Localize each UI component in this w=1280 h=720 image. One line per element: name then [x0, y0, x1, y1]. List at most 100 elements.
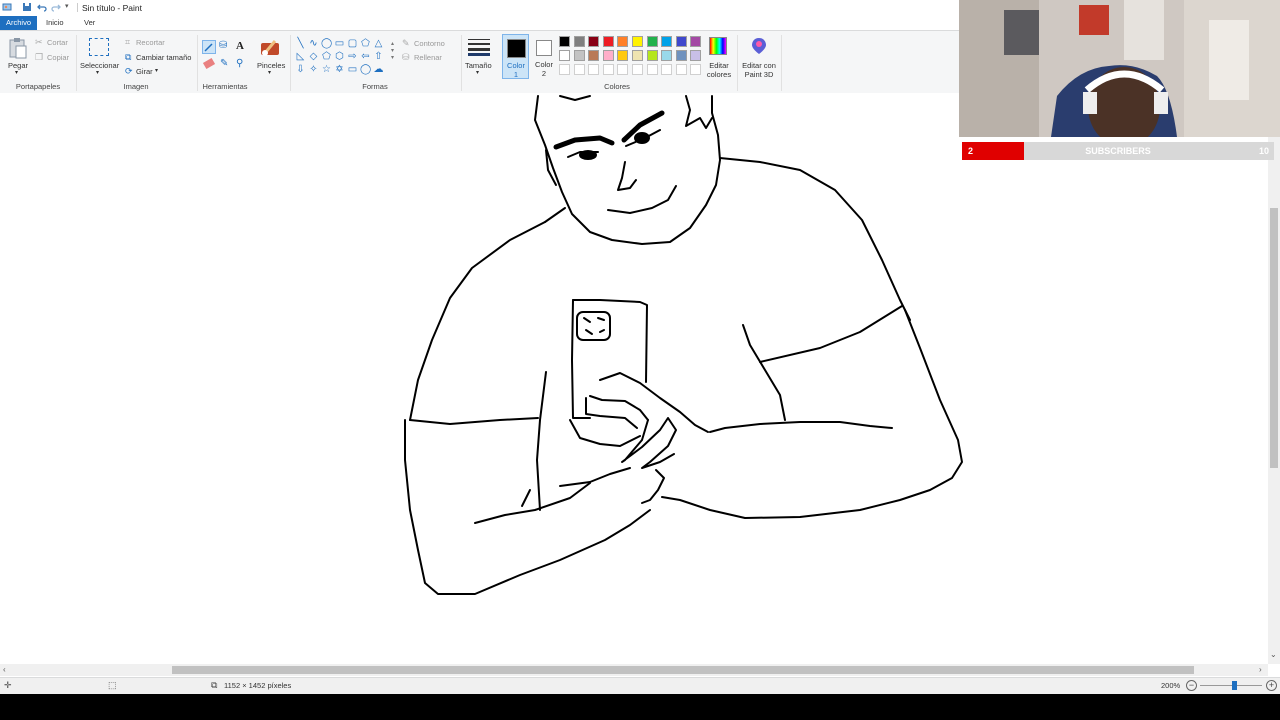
- paint3d-button[interactable]: Editar con Paint 3D: [740, 61, 778, 79]
- palette-swatch[interactable]: [661, 36, 673, 47]
- palette-swatch[interactable]: [675, 36, 687, 47]
- tab-inicio[interactable]: Inicio: [40, 16, 70, 30]
- shapes-scroll-icon[interactable]: ▴ ▾ ▾: [391, 41, 394, 62]
- star6-shape-icon[interactable]: ✡: [334, 64, 345, 75]
- magnifier-icon[interactable]: ⚲: [236, 58, 243, 69]
- color-palette[interactable]: [559, 36, 709, 76]
- star4-shape-icon[interactable]: ✧: [308, 64, 319, 75]
- cut-icon[interactable]: ✂: [35, 37, 43, 48]
- brushes-button[interactable]: Pinceles: [257, 61, 285, 70]
- zoom-slider-thumb[interactable]: [1232, 681, 1237, 690]
- zoom-out-icon[interactable]: −: [1186, 680, 1197, 691]
- horizontal-scrollbar[interactable]: ‹ ›: [0, 664, 1268, 676]
- color1-selector[interactable]: Color 1: [502, 34, 529, 79]
- pentagon-shape-icon[interactable]: ⬠: [321, 51, 332, 62]
- fill-button[interactable]: Rellenar: [414, 53, 442, 62]
- text-icon[interactable]: A: [236, 40, 244, 52]
- rotate-icon[interactable]: ⟳: [125, 66, 133, 77]
- scroll-down-icon[interactable]: ⌄: [1270, 650, 1277, 659]
- arrow-up-shape-icon[interactable]: ⇧: [373, 51, 384, 62]
- edit-colors-button[interactable]: Editar colores: [704, 61, 734, 79]
- arrow-right-shape-icon[interactable]: ⇨: [347, 51, 358, 62]
- paste-icon[interactable]: [8, 37, 28, 59]
- palette-swatch[interactable]: [573, 50, 585, 61]
- line-shape-icon[interactable]: ╲: [295, 38, 306, 49]
- brushes-icon[interactable]: [259, 37, 281, 59]
- tab-ver[interactable]: Ver: [78, 16, 101, 30]
- polygon-shape-icon[interactable]: ⬠: [360, 38, 371, 49]
- palette-swatch[interactable]: [588, 50, 600, 61]
- custom-color-slot[interactable]: [573, 64, 585, 75]
- palette-swatch[interactable]: [602, 50, 614, 61]
- vertical-scroll-thumb[interactable]: [1270, 208, 1278, 468]
- palette-swatch[interactable]: [588, 36, 600, 47]
- copy-button[interactable]: Copiar: [47, 53, 69, 62]
- palette-swatch[interactable]: [573, 36, 585, 47]
- custom-color-slot[interactable]: [617, 64, 629, 75]
- custom-color-slot[interactable]: [602, 64, 614, 75]
- horizontal-scroll-thumb[interactable]: [172, 666, 1194, 674]
- callout-cloud-shape-icon[interactable]: ☁: [373, 64, 384, 75]
- oval-shape-icon[interactable]: ◯: [321, 38, 332, 49]
- custom-color-slot[interactable]: [661, 64, 673, 75]
- palette-swatch[interactable]: [632, 36, 643, 47]
- curve-shape-icon[interactable]: ∿: [308, 38, 319, 49]
- select-icon[interactable]: [89, 38, 109, 56]
- cut-button[interactable]: Cortar: [47, 38, 68, 47]
- resize-button[interactable]: Cambiar tamaño: [136, 53, 191, 62]
- callout-oval-shape-icon[interactable]: ◯: [360, 64, 371, 75]
- redo-icon[interactable]: [51, 2, 61, 12]
- palette-swatch[interactable]: [675, 50, 687, 61]
- color2-selector[interactable]: Color 2: [531, 34, 558, 79]
- custom-color-slot[interactable]: [690, 64, 702, 75]
- scroll-right-icon[interactable]: ›: [1259, 665, 1262, 674]
- scroll-left-icon[interactable]: ‹: [3, 665, 6, 674]
- vertical-scrollbar[interactable]: ⌄: [1268, 93, 1280, 664]
- fill-icon[interactable]: ⛁: [219, 40, 227, 51]
- tab-archivo[interactable]: Archivo: [0, 16, 38, 30]
- outline-button[interactable]: Contorno: [414, 39, 445, 48]
- rectangle-shape-icon[interactable]: ▭: [334, 38, 345, 49]
- palette-swatch[interactable]: [646, 36, 658, 47]
- size-icon[interactable]: [468, 38, 490, 56]
- arrow-left-shape-icon[interactable]: ⇦: [360, 51, 371, 62]
- right-triangle-shape-icon[interactable]: ◺: [295, 51, 306, 62]
- palette-swatch[interactable]: [617, 36, 629, 47]
- diamond-shape-icon[interactable]: ◇: [308, 51, 319, 62]
- palette-swatch[interactable]: [617, 50, 629, 61]
- star5-shape-icon[interactable]: ☆: [321, 64, 332, 75]
- shapes-gallery[interactable]: ╲ ∿ ◯ ▭ ▢ ⬠ △ ◺ ◇ ⬠ ⬡ ⇨ ⇦ ⇧ ⇩ ✧ ☆ ✡ ▭ ◯ …: [295, 38, 391, 78]
- palette-swatch[interactable]: [602, 36, 614, 47]
- custom-color-slot[interactable]: [588, 64, 600, 75]
- palette-swatch[interactable]: [646, 50, 658, 61]
- palette-swatch[interactable]: [559, 50, 570, 61]
- triangle-shape-icon[interactable]: △: [373, 38, 384, 49]
- pencil-icon[interactable]: [202, 40, 216, 54]
- palette-swatch[interactable]: [661, 50, 673, 61]
- edit-colors-icon[interactable]: [709, 37, 727, 55]
- arrow-down-shape-icon[interactable]: ⇩: [295, 64, 306, 75]
- hexagon-shape-icon[interactable]: ⬡: [334, 51, 345, 62]
- zoom-slider[interactable]: [1200, 681, 1262, 690]
- fill-shape-icon[interactable]: ⛁: [402, 52, 410, 63]
- save-icon[interactable]: [22, 2, 32, 12]
- custom-color-slot[interactable]: [559, 64, 570, 75]
- drawing-canvas[interactable]: [0, 93, 1268, 663]
- eraser-icon[interactable]: [202, 57, 216, 70]
- select-button[interactable]: Seleccionar: [80, 61, 119, 70]
- rounded-rectangle-shape-icon[interactable]: ▢: [347, 38, 358, 49]
- color-picker-icon[interactable]: ✎: [220, 58, 228, 69]
- palette-swatch[interactable]: [690, 36, 702, 47]
- undo-icon[interactable]: [37, 2, 47, 12]
- rotate-button[interactable]: Girar: [136, 67, 153, 76]
- crop-button[interactable]: Recortar: [136, 38, 165, 47]
- resize-icon[interactable]: ⧉: [125, 52, 131, 63]
- copy-icon[interactable]: ❐: [35, 52, 43, 63]
- palette-swatch[interactable]: [632, 50, 643, 61]
- palette-swatch[interactable]: [559, 36, 570, 47]
- zoom-in-icon[interactable]: +: [1266, 680, 1277, 691]
- callout-rect-shape-icon[interactable]: ▭: [347, 64, 358, 75]
- palette-swatch[interactable]: [690, 50, 702, 61]
- customize-toolbar-icon[interactable]: ▾: [65, 2, 75, 12]
- outline-icon[interactable]: ✎: [402, 38, 410, 49]
